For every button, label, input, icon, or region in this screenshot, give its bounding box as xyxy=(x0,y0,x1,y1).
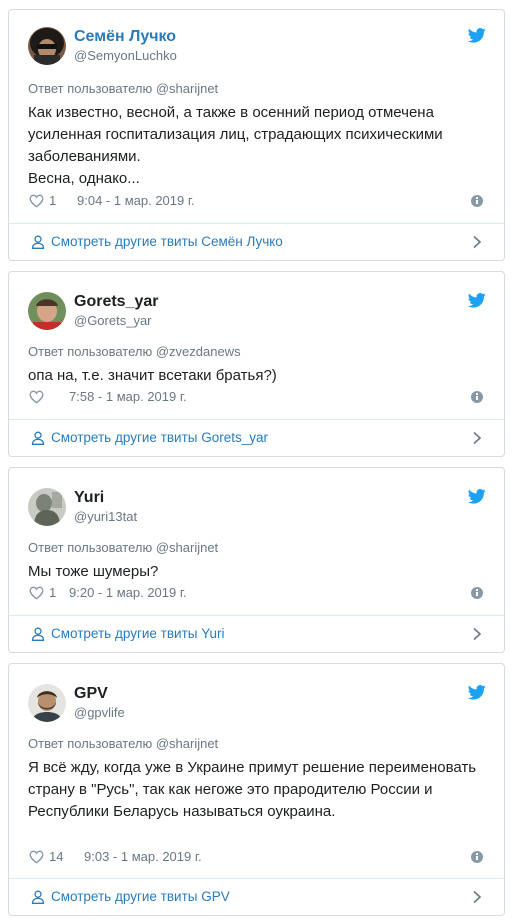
tweet-card: Yuri @yuri13tat Ответ пользователю @shar… xyxy=(8,467,505,653)
timestamp[interactable]: 7:58 - 1 мар. 2019 г. xyxy=(69,389,187,404)
chevron-right-icon xyxy=(472,235,482,249)
more-tweets-label: Смотреть другие твиты Семён Лучко xyxy=(51,234,283,249)
tweet-meta: 1 9:20 - 1 мар. 2019 г. xyxy=(28,584,486,602)
author-name[interactable]: GPV xyxy=(74,685,108,703)
more-tweets-label: Смотреть другие твиты GPV xyxy=(51,889,230,904)
user-icon xyxy=(31,890,45,904)
author-handle[interactable]: @SemyonLuchko xyxy=(74,48,177,63)
author-handle[interactable]: @Gorets_yar xyxy=(74,313,152,328)
author-name[interactable]: Gorets_yar xyxy=(74,293,159,311)
twitter-bird-icon[interactable] xyxy=(468,489,486,504)
heart-icon[interactable] xyxy=(29,194,44,208)
author-name[interactable]: Семён Лучко xyxy=(74,28,176,46)
chevron-right-icon xyxy=(472,431,482,445)
info-icon[interactable] xyxy=(471,587,483,599)
twitter-bird-icon[interactable] xyxy=(468,293,486,308)
twitter-bird-icon[interactable] xyxy=(468,685,486,700)
tweet-meta: 1 9:04 - 1 мар. 2019 г. xyxy=(28,192,486,210)
avatar[interactable] xyxy=(28,27,66,65)
user-icon xyxy=(31,235,45,249)
reply-context[interactable]: Ответ пользователю @zvezdanews xyxy=(28,344,241,359)
tweet-text: Мы тоже шумеры? xyxy=(28,563,159,580)
like-count: 14 xyxy=(49,849,64,864)
tweet-card: Gorets_yar @Gorets_yar Ответ пользовател… xyxy=(8,271,505,457)
tweet-text: Я всё жду, когда уже в Украине примут ре… xyxy=(28,759,477,820)
tweet-card: GPV @gpvlife Ответ пользователю @sharijn… xyxy=(8,663,505,916)
more-tweets-label: Смотреть другие твиты Yuri xyxy=(51,626,225,641)
user-icon xyxy=(31,627,45,641)
timestamp[interactable]: 9:03 - 1 мар. 2019 г. xyxy=(84,849,202,864)
timestamp[interactable]: 9:20 - 1 мар. 2019 г. xyxy=(69,585,187,600)
tweet-header: Gorets_yar @Gorets_yar xyxy=(28,292,486,330)
reply-context[interactable]: Ответ пользователю @sharijnet xyxy=(28,540,218,555)
heart-icon[interactable] xyxy=(29,586,44,600)
more-tweets-label: Смотреть другие твиты Gorets_yar xyxy=(51,430,268,445)
reply-context[interactable]: Ответ пользователю @sharijnet xyxy=(28,736,218,751)
avatar[interactable] xyxy=(28,488,66,526)
tweet-card: Семён Лучко @SemyonLuchko Ответ пользова… xyxy=(8,9,505,261)
info-icon[interactable] xyxy=(471,195,483,207)
like-count: 1 xyxy=(49,193,57,208)
avatar[interactable] xyxy=(28,292,66,330)
tweet-text: Как известно, весной, а также в осенний … xyxy=(28,104,443,187)
more-tweets-link[interactable]: Смотреть другие твиты Gorets_yar xyxy=(9,420,504,456)
more-tweets-link[interactable]: Смотреть другие твиты Семён Лучко xyxy=(9,224,504,260)
tweet-text: опа на, т.е. значит всетаки братья?) xyxy=(28,367,277,384)
author-name[interactable]: Yuri xyxy=(74,489,104,507)
timestamp[interactable]: 9:04 - 1 мар. 2019 г. xyxy=(77,193,195,208)
tweet-header: Yuri @yuri13tat xyxy=(28,488,486,526)
chevron-right-icon xyxy=(472,627,482,641)
author-handle[interactable]: @yuri13tat xyxy=(74,509,137,524)
chevron-right-icon xyxy=(472,890,482,904)
reply-context[interactable]: Ответ пользователю @sharijnet xyxy=(28,81,218,96)
avatar[interactable] xyxy=(28,684,66,722)
info-icon[interactable] xyxy=(471,851,483,863)
more-tweets-link[interactable]: Смотреть другие твиты GPV xyxy=(9,879,504,915)
tweet-header: Семён Лучко @SemyonLuchko xyxy=(28,27,486,65)
more-tweets-link[interactable]: Смотреть другие твиты Yuri xyxy=(9,616,504,652)
twitter-bird-icon[interactable] xyxy=(468,28,486,43)
author-handle[interactable]: @gpvlife xyxy=(74,705,125,720)
tweet-meta: 14 9:03 - 1 мар. 2019 г. xyxy=(28,848,486,866)
heart-icon[interactable] xyxy=(29,850,44,864)
tweet-meta: 7:58 - 1 мар. 2019 г. xyxy=(28,388,486,406)
info-icon[interactable] xyxy=(471,391,483,403)
like-count: 1 xyxy=(49,585,57,600)
heart-icon[interactable] xyxy=(29,390,44,404)
tweet-header: GPV @gpvlife xyxy=(28,684,486,722)
user-icon xyxy=(31,431,45,445)
